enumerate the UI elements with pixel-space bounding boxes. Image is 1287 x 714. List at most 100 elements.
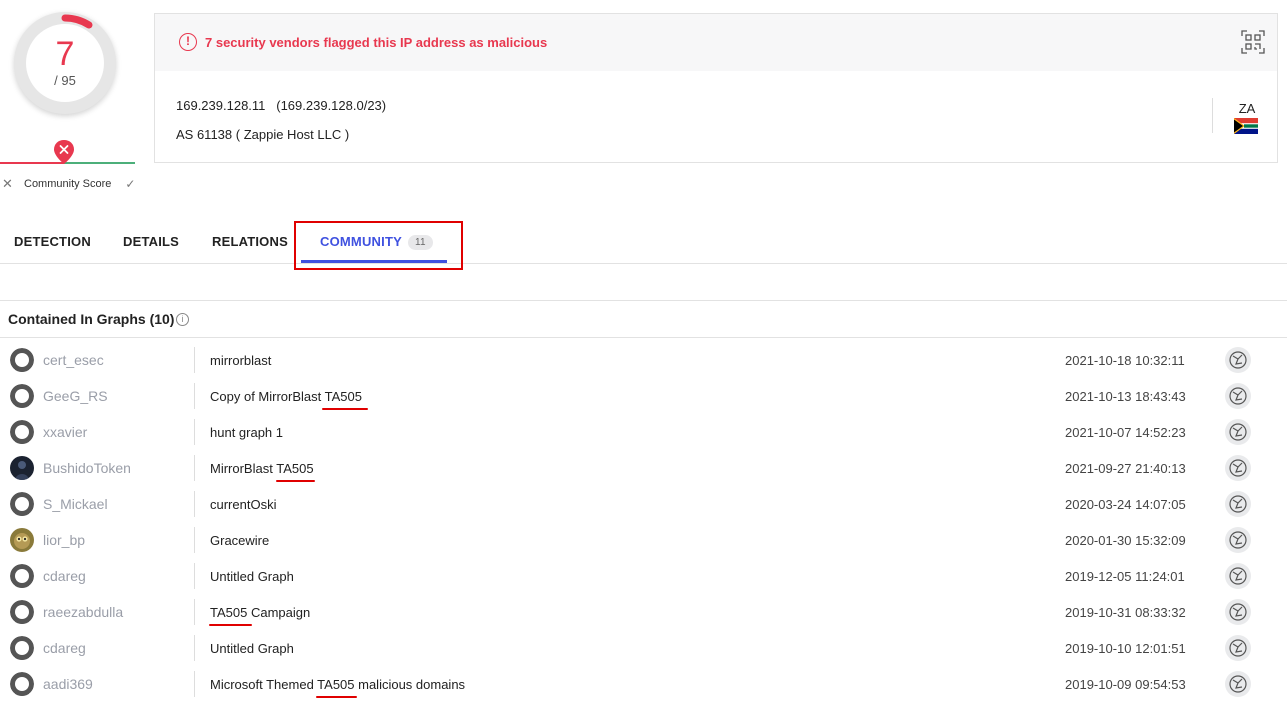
graph-date: 2021-10-07 14:52:23: [1065, 425, 1186, 440]
graph-icon: [1229, 387, 1247, 405]
graph-owner[interactable]: aadi369: [43, 676, 93, 692]
graph-name[interactable]: Copy of MirrorBlast TA505: [210, 389, 362, 404]
detection-score: 7: [55, 35, 75, 73]
open-graph-button[interactable]: [1225, 527, 1251, 553]
detection-score-gauge: 7 / 95: [14, 12, 116, 114]
malicious-alert: ! 7 security vendors flagged this IP add…: [179, 33, 547, 51]
graph-row[interactable]: GeeG_RS Copy of MirrorBlast TA505 2021-10-…: [0, 378, 1287, 414]
graph-owner[interactable]: cert_esec: [43, 352, 104, 368]
ta505-underline-annotation: [276, 480, 315, 482]
score-center: 7 / 95: [26, 24, 104, 102]
graph-icon: [1229, 531, 1247, 549]
summary-card: ! 7 security vendors flagged this IP add…: [154, 13, 1278, 163]
graph-name[interactable]: Untitled Graph: [210, 569, 294, 584]
country-code: ZA: [1238, 101, 1256, 116]
graph-owner[interactable]: BushidoToken: [43, 460, 131, 476]
user-avatar[interactable]: [10, 564, 34, 588]
column-divider: [194, 491, 195, 517]
graph-name[interactable]: Gracewire: [210, 533, 269, 548]
asn-owner: AS 61138 ( Zappie Host LLC ): [176, 127, 350, 142]
graph-owner[interactable]: raeezabdulla: [43, 604, 123, 620]
graph-row[interactable]: cert_esec mirrorblast 2021-10-18 10:32:11: [0, 342, 1287, 378]
user-avatar[interactable]: [10, 492, 34, 516]
user-avatar[interactable]: [10, 348, 34, 372]
graph-date: 2019-10-31 08:33:32: [1065, 605, 1186, 620]
graph-name[interactable]: currentOski: [210, 497, 276, 512]
open-graph-button[interactable]: [1225, 563, 1251, 589]
graph-name[interactable]: mirrorblast: [210, 353, 271, 368]
ip-address: 169.239.128.11: [176, 98, 266, 113]
user-avatar[interactable]: [10, 456, 34, 480]
graph-row[interactable]: aadi369 Microsoft Themed TA505 malicious …: [0, 666, 1287, 702]
user-avatar[interactable]: [10, 672, 34, 696]
graph-date: 2020-01-30 15:32:09: [1065, 533, 1186, 548]
community-score-label: Community Score: [24, 178, 112, 190]
graph-icon: [1229, 423, 1247, 441]
open-graph-button[interactable]: [1225, 383, 1251, 409]
community-score-row: ✕ Community Score ✓: [2, 175, 136, 193]
user-avatar[interactable]: [10, 420, 34, 444]
graph-row[interactable]: xxavier hunt graph 1 2021-10-07 14:52:23: [0, 414, 1287, 450]
tab-relations[interactable]: RELATIONS: [212, 234, 288, 249]
graph-row[interactable]: S_Mickael currentOski 2020-03-24 14:07:05: [0, 486, 1287, 522]
tabs-divider: [0, 263, 1287, 264]
graph-owner[interactable]: cdareg: [43, 568, 86, 584]
ta505-underline-annotation: [209, 624, 252, 626]
vote-malicious-icon[interactable]: ✕: [2, 176, 18, 192]
graph-name[interactable]: Microsoft Themed TA505 malicious domains: [210, 677, 465, 692]
graph-date: 2021-09-27 21:40:13: [1065, 461, 1186, 476]
graph-row[interactable]: lior_bp Gracewire 2020-01-30 15:32:09: [0, 522, 1287, 558]
tab-details[interactable]: DETAILS: [123, 234, 179, 249]
column-divider: [194, 671, 195, 697]
open-graph-button[interactable]: [1225, 491, 1251, 517]
graph-owner[interactable]: GeeG_RS: [43, 388, 108, 404]
graph-icon: [1229, 639, 1247, 657]
open-graph-button[interactable]: [1225, 671, 1251, 697]
alert-banner: ! 7 security vendors flagged this IP add…: [155, 14, 1277, 71]
section-header-divider: [0, 337, 1287, 338]
user-avatar[interactable]: [10, 600, 34, 624]
column-divider: [194, 563, 195, 589]
ta505-underline-annotation: [316, 696, 357, 698]
column-divider: [194, 527, 195, 553]
alert-circle-icon: !: [179, 33, 197, 51]
graph-icon: [1229, 603, 1247, 621]
graph-owner[interactable]: lior_bp: [43, 532, 85, 548]
section-title: Contained In Graphs (10): [8, 311, 175, 327]
column-divider: [194, 419, 195, 445]
highlight-box: [294, 221, 463, 270]
open-graph-button[interactable]: [1225, 419, 1251, 445]
graph-icon: [1229, 567, 1247, 585]
graph-row[interactable]: raeezabdulla TA505 Campaign 2019-10-31 08:…: [0, 594, 1287, 630]
user-avatar[interactable]: [10, 528, 34, 552]
qr-scan-icon[interactable]: [1241, 30, 1265, 54]
open-graph-button[interactable]: [1225, 347, 1251, 373]
graph-date: 2020-03-24 14:07:05: [1065, 497, 1186, 512]
ta505-underline-annotation: [322, 408, 368, 410]
graph-row[interactable]: BushidoToken MirrorBlast TA505 2021-09-27 …: [0, 450, 1287, 486]
tab-detection[interactable]: DETECTION: [14, 234, 91, 249]
south-africa-flag-icon: [1234, 118, 1258, 134]
user-avatar[interactable]: [10, 636, 34, 660]
graph-name[interactable]: Untitled Graph: [210, 641, 294, 656]
ip-range: (169.239.128.0/23): [276, 98, 387, 113]
graph-name[interactable]: hunt graph 1: [210, 425, 283, 440]
graph-name[interactable]: MirrorBlast TA505: [210, 461, 314, 476]
section-divider: [0, 300, 1287, 301]
info-icon[interactable]: i: [176, 313, 189, 326]
graph-row[interactable]: cdareg Untitled Graph 2019-10-10 12:01:51: [0, 630, 1287, 666]
graph-row[interactable]: cdareg Untitled Graph 2019-12-05 11:24:01: [0, 558, 1287, 594]
open-graph-button[interactable]: [1225, 635, 1251, 661]
graph-name[interactable]: TA505 Campaign: [210, 605, 310, 620]
open-graph-button[interactable]: [1225, 599, 1251, 625]
ip-address-line: 169.239.128.11 (169.239.128.0/23): [176, 98, 386, 113]
graph-owner[interactable]: xxavier: [43, 424, 87, 440]
graph-date: 2019-10-10 12:01:51: [1065, 641, 1186, 656]
graph-owner[interactable]: S_Mickael: [43, 496, 108, 512]
vote-harmless-icon[interactable]: ✓: [125, 177, 135, 191]
open-graph-button[interactable]: [1225, 455, 1251, 481]
graph-owner[interactable]: cdareg: [43, 640, 86, 656]
user-avatar[interactable]: [10, 384, 34, 408]
column-divider: [194, 599, 195, 625]
graph-date: 2019-10-09 09:54:53: [1065, 677, 1186, 692]
